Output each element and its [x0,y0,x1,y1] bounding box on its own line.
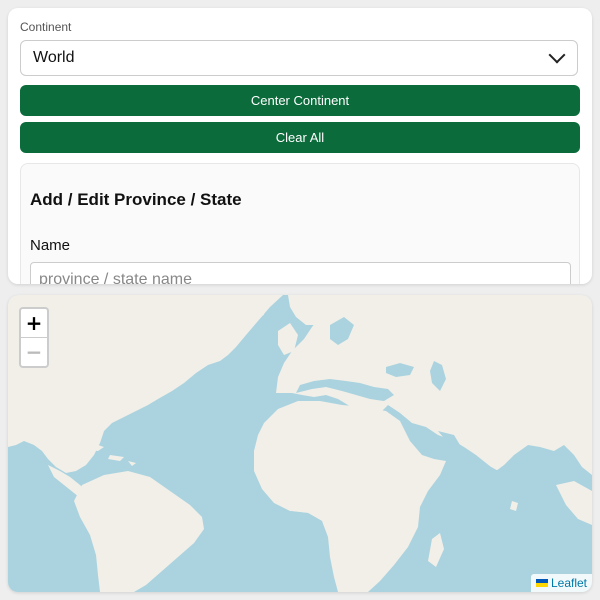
map-tiles [8,295,592,592]
center-continent-button[interactable]: Center Continent [20,85,580,116]
continent-select[interactable]: World [20,40,578,76]
world-map[interactable]: + − Leaflet [8,295,592,592]
zoom-control: + − [19,307,49,368]
zoom-out-button[interactable]: − [21,338,47,366]
continent-label: Continent [20,20,72,34]
map-attribution: Leaflet [530,574,592,592]
ukraine-flag-icon [535,579,548,587]
control-panel: Continent World Center Continent Clear A… [8,8,592,284]
province-name-input[interactable] [30,262,571,284]
zoom-in-button[interactable]: + [21,309,47,338]
clear-all-button[interactable]: Clear All [20,122,580,153]
edit-province-title: Add / Edit Province / State [30,190,242,209]
leaflet-link[interactable]: Leaflet [551,576,587,590]
name-label: Name [30,237,71,254]
continent-select-value: World [33,49,75,66]
edit-province-card: Add / Edit Province / State Name [20,163,580,284]
chevron-down-icon [548,46,566,64]
